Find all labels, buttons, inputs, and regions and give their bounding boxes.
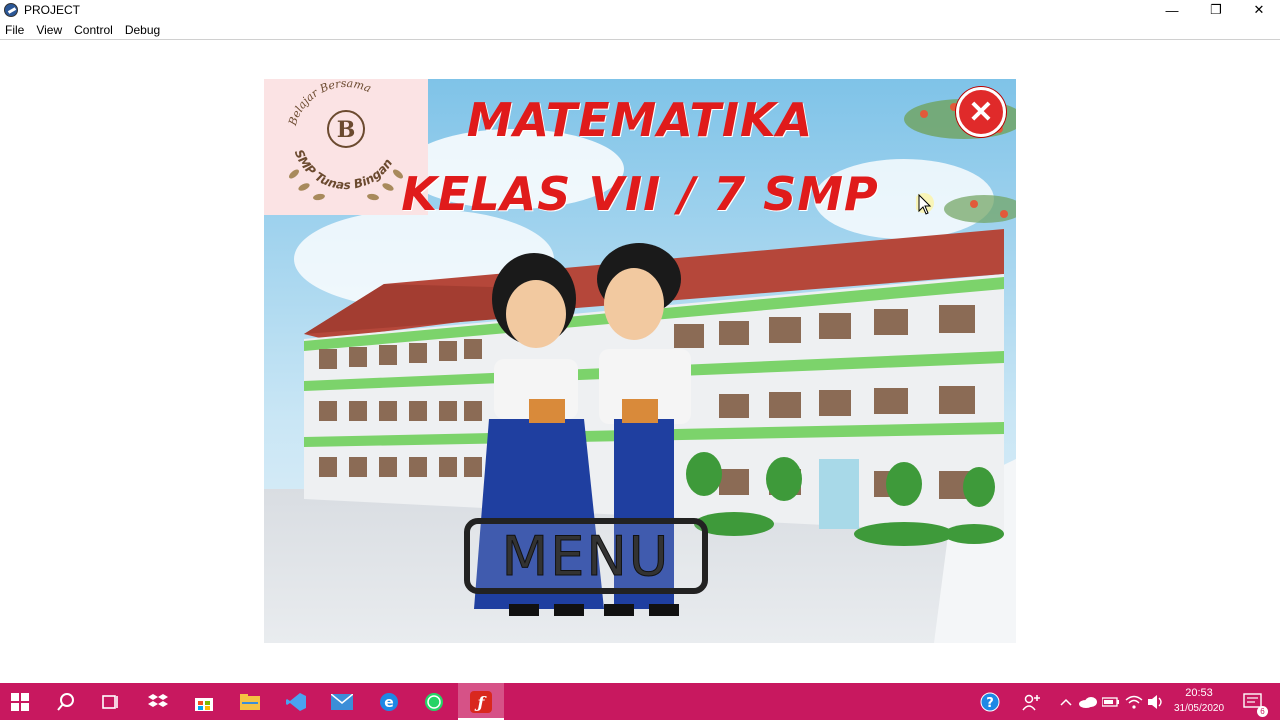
menu-file[interactable]: File: [0, 23, 29, 37]
store-icon[interactable]: [193, 691, 215, 713]
windows-start-icon[interactable]: [9, 691, 31, 713]
close-app-button[interactable]: ✕: [956, 87, 1006, 137]
battery-icon[interactable]: [1100, 691, 1122, 713]
window-title: PROJECT: [24, 3, 81, 17]
mouse-cursor-icon: [916, 193, 934, 215]
clock-time[interactable]: 20:53: [1164, 687, 1234, 699]
chevron-up-icon[interactable]: [1055, 691, 1077, 713]
svg-text:e: e: [384, 695, 394, 711]
flash-player-icon: [4, 3, 18, 17]
file-explorer-icon[interactable]: [239, 691, 261, 713]
visual-studio-icon[interactable]: [285, 691, 307, 713]
close-icon: ✕: [968, 95, 994, 129]
menu-view[interactable]: View: [31, 23, 67, 37]
menu-button[interactable]: MENU: [464, 518, 708, 594]
people-icon[interactable]: [1020, 691, 1042, 713]
title-bar: PROJECT — ❐ ✕: [0, 0, 1280, 20]
menu-control[interactable]: Control: [69, 23, 118, 37]
help-icon[interactable]: ?: [979, 691, 1001, 713]
flash-icon: ƒ: [470, 691, 492, 713]
notification-icon[interactable]: 6: [1242, 691, 1268, 717]
svg-text:?: ?: [986, 696, 994, 711]
whatsapp-icon[interactable]: [423, 691, 445, 713]
clock-date[interactable]: 31/05/2020: [1164, 703, 1234, 714]
title-kelas: KELAS VII / 7 SMP: [401, 167, 879, 221]
close-window-button[interactable]: ✕: [1237, 0, 1280, 20]
wifi-icon[interactable]: [1123, 691, 1145, 713]
menu-button-label: MENU: [501, 524, 671, 588]
menu-debug[interactable]: Debug: [120, 23, 165, 37]
dropbox-icon[interactable]: [147, 691, 169, 713]
mail-icon[interactable]: [331, 691, 353, 713]
search-icon[interactable]: [55, 691, 77, 713]
onedrive-icon[interactable]: [1077, 691, 1099, 713]
menu-bar: File View Control Debug: [0, 20, 1280, 40]
taskbar: e ƒ ? 20:53 31/05/2020 6: [0, 683, 1280, 720]
edge-icon[interactable]: e: [378, 691, 400, 713]
title-matematika: MATEMATIKA: [466, 93, 814, 147]
restore-button[interactable]: ❐: [1194, 0, 1238, 20]
task-view-icon[interactable]: [99, 691, 121, 713]
notification-count: 6: [1257, 706, 1268, 717]
minimize-button[interactable]: —: [1150, 0, 1194, 20]
flash-task-active[interactable]: ƒ: [458, 683, 504, 720]
flash-stage: Belajar Bersama B SMP Tunas Bingan MATEM…: [264, 79, 1016, 643]
